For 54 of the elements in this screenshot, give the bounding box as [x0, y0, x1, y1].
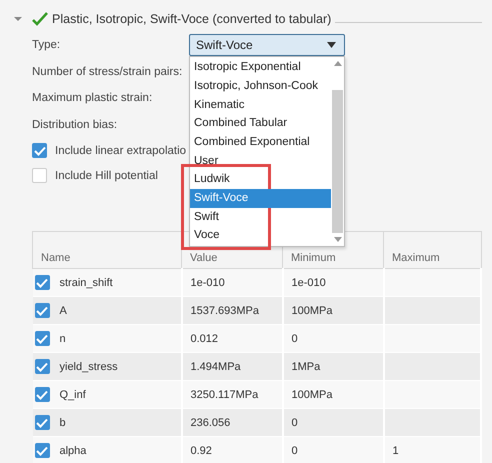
- table-cell: 1e-010: [292, 276, 326, 288]
- table-cell: 0: [292, 332, 298, 344]
- checkbox[interactable]: [34, 443, 50, 458]
- checkbox-label: Include Hill potential: [55, 170, 158, 182]
- table-cell: strain_shift: [60, 276, 113, 288]
- dropdown-option[interactable]: Isotropic, Johnson-Cook: [190, 76, 331, 96]
- column-header: Name: [32, 232, 182, 268]
- table-cell: n: [60, 332, 66, 344]
- table-cell: 1537.693MPa: [190, 304, 259, 316]
- table-cell: 1e-010: [190, 276, 225, 288]
- field-label: Maximum plastic strain:: [32, 92, 154, 104]
- table-cell: 3250.117MPa: [190, 388, 258, 400]
- caret-icon: [327, 42, 336, 48]
- field-label: Number of stress/strain pairs:: [32, 66, 184, 78]
- dropdown-option[interactable]: Combined Exponential: [190, 133, 331, 152]
- checkbox-label: Include linear extrapolatio: [55, 144, 186, 156]
- collapse-arrow-icon[interactable]: [14, 16, 22, 22]
- field-label: Distribution bias:: [32, 118, 118, 131]
- checkbox[interactable]: [32, 143, 47, 158]
- dropdown-option[interactable]: Swift: [190, 208, 331, 226]
- table-cell: 0.012: [190, 332, 218, 344]
- dropdown-option[interactable]: Swift-Voce: [190, 189, 331, 208]
- scroll-up-icon[interactable]: [334, 61, 342, 66]
- table-cell: 0: [292, 444, 298, 456]
- dropdown-option[interactable]: User: [190, 152, 331, 170]
- checkbox[interactable]: [34, 275, 50, 290]
- checkbox[interactable]: [32, 168, 47, 183]
- table-cell: 0.92: [190, 444, 212, 456]
- checkbox[interactable]: [34, 387, 50, 402]
- table-cell: 0: [292, 416, 298, 428]
- checkbox[interactable]: [34, 415, 50, 430]
- table-cell: yield_stress: [60, 360, 118, 372]
- table-cell: Q_inf: [60, 388, 86, 400]
- column-header: Maximum: [384, 232, 481, 268]
- table-cell: b: [60, 416, 66, 428]
- dropdown-option[interactable]: Ludwik: [190, 170, 331, 190]
- dropdown-option[interactable]: Isotropic Exponential: [190, 58, 331, 77]
- section-title: Plastic, Isotropic, Swift-Voce (converted to tabular): [52, 12, 332, 26]
- table-cell: 100MPa: [292, 388, 332, 400]
- scroll-down-icon[interactable]: [334, 237, 342, 242]
- checkbox[interactable]: [34, 359, 50, 374]
- dropdown-option[interactable]: Kinematic: [190, 96, 331, 114]
- checkbox[interactable]: [34, 331, 50, 346]
- field-label: Type:: [32, 39, 62, 52]
- table-cell: 236.056: [190, 416, 230, 428]
- table-cell: 1: [392, 444, 399, 456]
- table-cell: A: [60, 304, 67, 316]
- checkbox[interactable]: [34, 303, 50, 318]
- table-cell: 1.494MPa: [190, 360, 241, 372]
- table-cell: alpha: [60, 444, 86, 456]
- table-cell: 1MPa: [292, 360, 320, 372]
- table-cell: 100MPa: [292, 304, 332, 316]
- dropdown-option[interactable]: Combined Tabular: [190, 114, 331, 133]
- type-dropdown[interactable]: Swift-Voce: [189, 34, 345, 56]
